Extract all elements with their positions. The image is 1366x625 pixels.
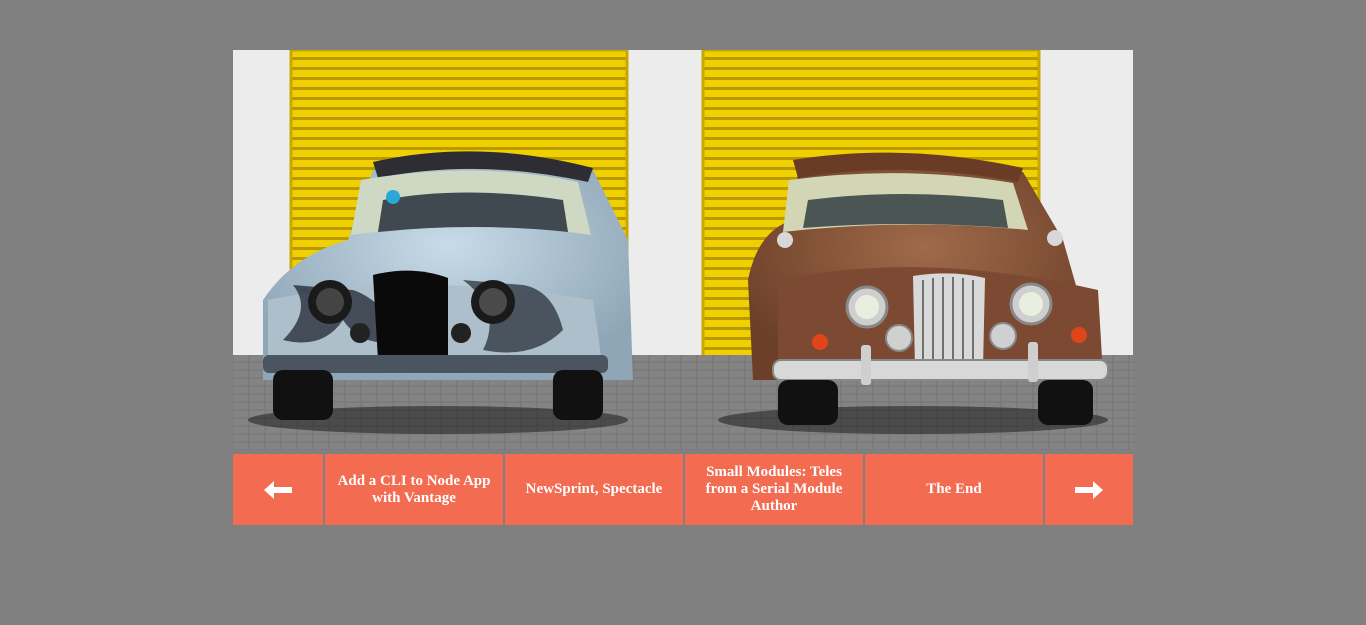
classic-cars-photo	[233, 50, 1133, 450]
slide-link-1[interactable]: Add a CLI to Node App with Vantage	[323, 454, 503, 525]
next-button[interactable]	[1043, 454, 1133, 525]
slide-link-3[interactable]: Small Modules: Teles from a Serial Modul…	[683, 454, 863, 525]
page: Add a CLI to Node App with Vantage NewSp…	[0, 0, 1366, 625]
slider-navigation: Add a CLI to Node App with Vantage NewSp…	[233, 454, 1133, 525]
slide-image	[233, 50, 1133, 450]
arrow-right-icon	[1075, 480, 1103, 499]
arrow-left-icon	[264, 480, 292, 499]
previous-button[interactable]	[233, 454, 323, 525]
slide-link-2[interactable]: NewSprint, Spectacle	[503, 454, 683, 525]
image-slider: Add a CLI to Node App with Vantage NewSp…	[233, 50, 1133, 525]
slide-link-4[interactable]: The End	[863, 454, 1043, 525]
